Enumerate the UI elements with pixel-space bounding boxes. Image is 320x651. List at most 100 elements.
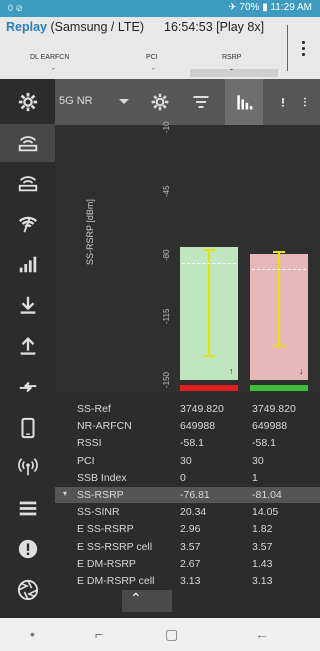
cell-value-0: 20.34 [180, 506, 207, 519]
cell-value-1: 1 [252, 471, 258, 484]
cell-value-0: 30 [180, 454, 192, 467]
router-icon[interactable] [0, 164, 55, 202]
row-label: E DM-RSRP cell [77, 575, 155, 587]
y-tick-label: -10 [162, 121, 171, 133]
toolbar-overflow-icon[interactable] [299, 89, 311, 115]
cell-value-1: 3749.820 [252, 403, 296, 415]
cell-value-1: 14.05 [252, 506, 279, 519]
cell-color-indicator [250, 385, 308, 391]
range-whisker [278, 250, 280, 346]
row-label: E SS-RSRP [77, 523, 134, 536]
wifi-signal-icon[interactable] [0, 204, 55, 242]
technology-dropdown[interactable]: 5G NR [59, 95, 93, 107]
cell-parameters-table: SS-Ref 3749.820 3749.820 NR-ARFCN 649988 6499… [55, 393, 320, 618]
cell-value-0: -58.1 [180, 437, 204, 450]
chart-settings-gear-icon[interactable] [147, 89, 173, 115]
recent-apps-icon[interactable]: ⌐ [95, 626, 103, 642]
list-menu-icon[interactable] [0, 489, 55, 527]
dl-earfcn-label: DL EARFCN [30, 54, 70, 61]
table-row[interactable]: SS-RSRP ▾ -76.81 -81.04 [55, 487, 320, 503]
chart-toolbar: 5G NR [55, 79, 320, 125]
settings-gear-icon[interactable] [0, 83, 55, 121]
replay-title: Replay (Samsung / LTE) [6, 20, 144, 34]
cell-value-0: 2.67 [180, 557, 201, 570]
status-right: ✈ 70% ▮ 11:29 AM [228, 2, 312, 13]
app-header: Replay (Samsung / LTE) 16:54:53 [Play 8x… [0, 17, 320, 79]
cell-value-1: 3.13 [252, 575, 273, 587]
expand-marker-icon[interactable]: ▾ [63, 489, 67, 498]
sidebar [0, 79, 55, 618]
trend-arrow: ↓ [299, 366, 304, 376]
rsrp-chart: SS-RSRP [dBm] -10 -45 -80 -115 -150 ↑ ↓ [55, 121, 320, 393]
back-icon[interactable]: ← [255, 626, 269, 642]
cell-value-1: 30 [252, 454, 264, 467]
cell-value-1: 1.82 [252, 523, 273, 536]
overflow-menu-icon[interactable] [302, 41, 306, 57]
aperture-icon[interactable] [0, 571, 55, 609]
rsrp-label: RSRP [222, 54, 242, 61]
y-tick-label: -45 [162, 185, 171, 197]
whisker-cap [203, 354, 215, 357]
cell-value-1: 3.57 [252, 540, 273, 553]
range-whisker [208, 248, 210, 355]
cell-color-indicator [180, 385, 238, 391]
pci-value: - [152, 64, 155, 73]
row-label: RSSI [77, 437, 102, 450]
table-row[interactable]: E SS-RSRP 2.96 1.82 [55, 521, 320, 537]
cell-value-0: 3.13 [180, 575, 201, 587]
row-label: SS-SINR [77, 506, 120, 519]
rsrp-value: - [230, 64, 233, 74]
router-wifi-icon[interactable] [0, 124, 55, 162]
whisker-cap [273, 345, 285, 348]
antenna-icon[interactable] [0, 448, 55, 486]
cell-value-0: -76.81 [180, 489, 210, 501]
cell-value-0: 3749.820 [180, 403, 224, 415]
average-line [182, 263, 236, 265]
row-label: SSB Index [77, 471, 127, 484]
row-label: PCI [77, 454, 95, 467]
table-row[interactable]: NR-ARFCN 649988 649988 [55, 418, 320, 434]
replay-time: 16:54:53 [Play 8x] [164, 20, 265, 34]
table-row[interactable]: E DM-RSRP 2.67 1.43 [55, 556, 320, 572]
table-row[interactable]: SS-Ref 3749.820 3749.820 [55, 401, 320, 417]
table-row[interactable]: E DM-RSRP cell 3.13 3.13 [55, 573, 320, 589]
plot-area: ↑ ↓ [175, 125, 320, 393]
transfer-arrows-icon[interactable] [0, 368, 55, 406]
cell-value-0: 0 [180, 471, 186, 484]
table-row[interactable]: SSB Index 0 1 [55, 470, 320, 486]
signal-bars-icon[interactable] [0, 245, 55, 283]
android-nav-bar: • ⌐ ▢ ← [0, 618, 320, 651]
bar-chart-icon[interactable] [225, 79, 263, 125]
average-line [252, 268, 306, 270]
status-left: 0 ⊘ [8, 3, 24, 13]
home-icon[interactable]: ▢ [165, 626, 178, 643]
cell-value-0: 3.57 [180, 540, 201, 553]
download-icon[interactable] [0, 286, 55, 324]
alert-icon[interactable] [0, 530, 55, 568]
y-axis-label: SS-RSRP [dBm] [85, 199, 95, 265]
y-tick-label: -150 [162, 371, 171, 388]
table-row[interactable]: E SS-RSRP cell 3.57 3.57 [55, 539, 320, 555]
cell-value-1: 1.43 [252, 557, 273, 570]
phone-icon[interactable] [0, 409, 55, 447]
row-label: E SS-RSRP cell [77, 540, 153, 553]
table-row[interactable]: PCI 30 30 [55, 453, 320, 469]
row-label: SS-Ref [77, 403, 111, 415]
replay-label: Replay [6, 20, 47, 34]
scroll-up-button[interactable]: ⌃ [122, 590, 172, 612]
table-row[interactable]: SS-SINR 20.34 14.05 [55, 504, 320, 520]
cell-value-1: 649988 [252, 420, 288, 433]
chevron-down-icon[interactable] [119, 99, 129, 104]
info-exclamation-icon[interactable] [277, 89, 289, 115]
filter-icon[interactable] [188, 89, 214, 115]
row-label: SS-RSRP ▾ [63, 489, 124, 501]
trend-arrow: ↑ [229, 366, 234, 376]
y-tick-label: -80 [162, 248, 171, 261]
header-divider [287, 25, 288, 71]
table-row[interactable]: RSSI -58.1 -58.1 [55, 435, 320, 451]
upload-icon[interactable] [0, 327, 55, 365]
y-tick-label: -115 [162, 308, 171, 325]
cell-value-1: -58.1 [252, 437, 276, 450]
whisker-cap [203, 248, 215, 251]
cell-value-0: 2.96 [180, 523, 201, 536]
